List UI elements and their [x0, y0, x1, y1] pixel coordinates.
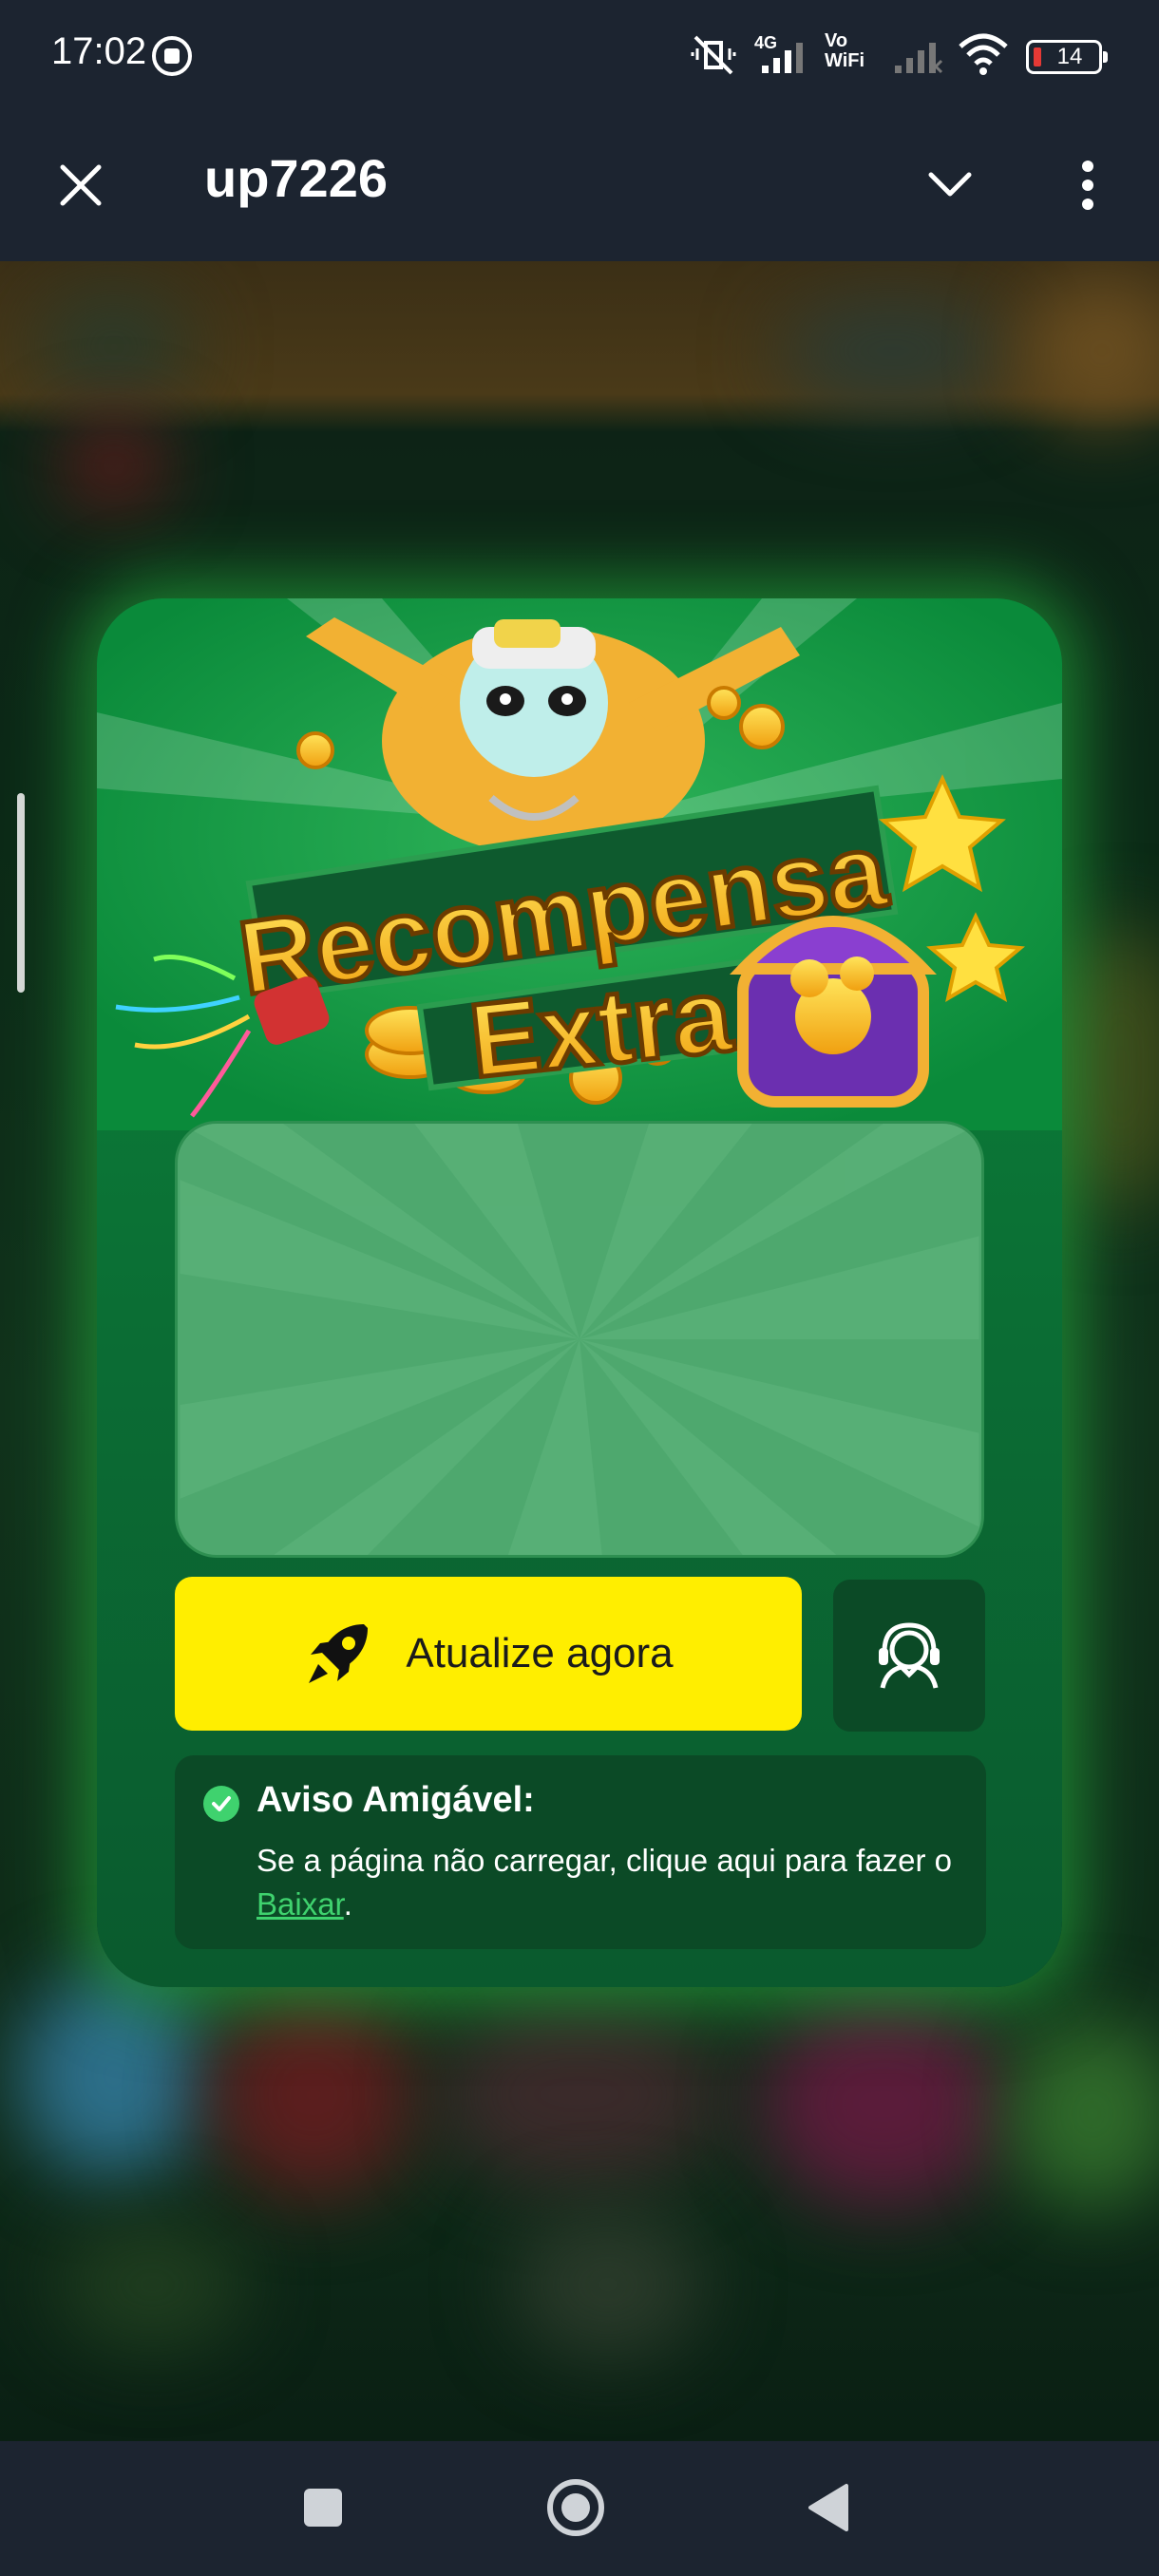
treasure-chest-icon — [730, 916, 937, 1108]
battery-icon: 14 — [1026, 40, 1108, 74]
content-panel — [175, 1121, 984, 1558]
mobile-signal-icon: 4G — [754, 31, 808, 77]
headset-support-icon — [879, 1622, 940, 1689]
collapse-button[interactable] — [917, 152, 983, 218]
update-now-label: Atualize agora — [406, 1630, 674, 1676]
reward-banner: Recompensa Extra — [97, 598, 1062, 1130]
notice-text-body: Se a página não carregar, clique aqui pa… — [256, 1843, 952, 1878]
close-button[interactable] — [48, 152, 114, 218]
wifi-icon — [958, 31, 1009, 77]
more-vert-icon — [1082, 161, 1093, 210]
sim2-signal-icon — [887, 31, 943, 77]
status-bar: 17:02 4G Vo WiFi 14 — [0, 0, 1159, 109]
recents-square-icon — [304, 2489, 342, 2527]
vibrate-mute-icon — [690, 31, 737, 77]
status-time: 17:02 — [51, 30, 147, 72]
app-bar: up7226 — [0, 109, 1159, 261]
vowifi-label: Vo WiFi — [825, 30, 865, 71]
notice-text: Se a página não carregar, clique aqui pa… — [256, 1839, 960, 1926]
status-icons: 4G Vo WiFi 14 — [690, 28, 1108, 80]
update-now-button[interactable]: Atualize agora — [175, 1577, 802, 1731]
close-icon — [60, 164, 102, 206]
home-button[interactable] — [538, 2470, 614, 2546]
chevron-down-icon — [928, 172, 972, 197]
notice-text-end: . — [343, 1886, 352, 1922]
customer-support-button[interactable] — [833, 1580, 985, 1732]
rocket-icon — [309, 1624, 369, 1683]
home-circle-icon — [547, 2479, 604, 2536]
friendly-notice: Aviso Amigável: Se a página não carregar… — [175, 1755, 986, 1949]
reward-modal: Recompensa Extra Atualize agora Aviso Am… — [97, 598, 1062, 1987]
recents-button[interactable] — [285, 2470, 361, 2546]
scrollbar[interactable] — [17, 793, 25, 993]
battery-level: 14 — [1056, 44, 1083, 69]
download-link[interactable]: Baixar — [256, 1886, 344, 1922]
screen-record-icon — [152, 36, 192, 76]
check-circle-icon — [203, 1786, 239, 1822]
page-title: up7226 — [204, 148, 388, 208]
back-button[interactable] — [790, 2470, 866, 2546]
notice-title: Aviso Amigável: — [256, 1780, 535, 1820]
more-options-button[interactable] — [1054, 152, 1121, 218]
back-triangle-icon — [808, 2484, 848, 2531]
system-nav-bar — [0, 2441, 1159, 2576]
